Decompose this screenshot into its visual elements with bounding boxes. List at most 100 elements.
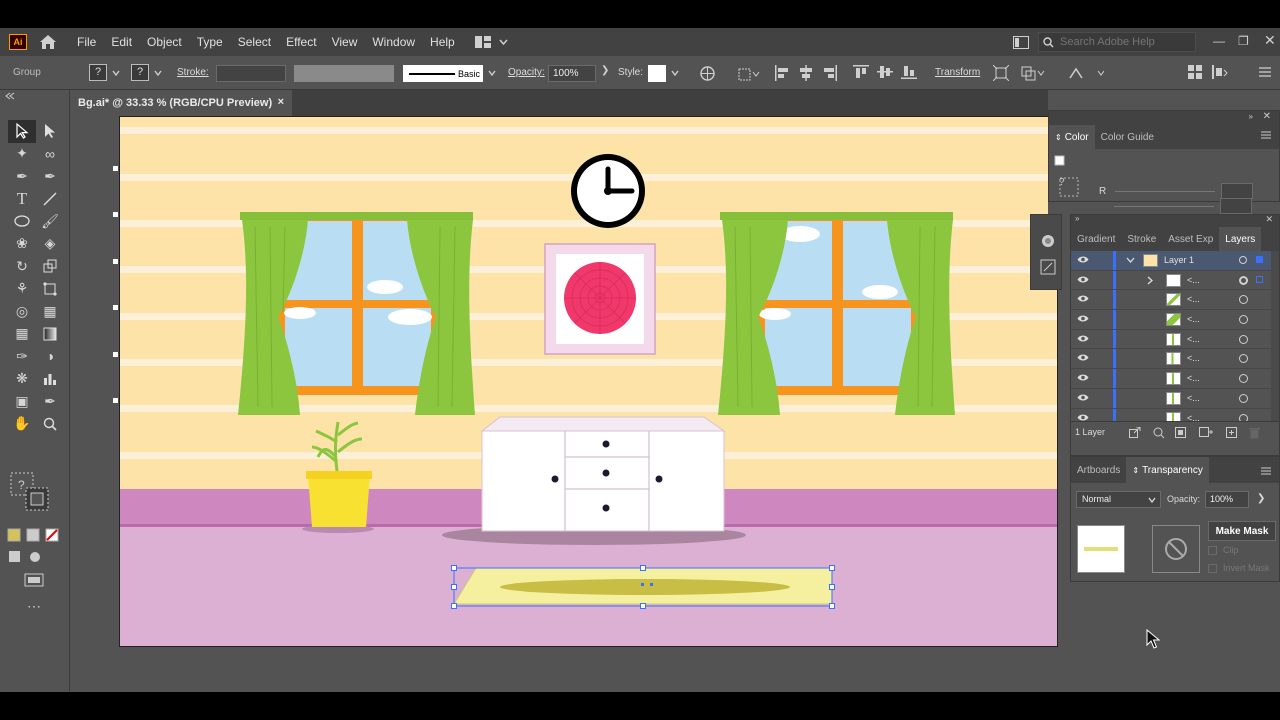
home-icon[interactable]: [39, 34, 57, 50]
shaper-tool-icon[interactable]: ❀: [8, 233, 36, 256]
ellipse-tool-icon[interactable]: [8, 210, 36, 233]
arrange-panels-icon[interactable]: [1188, 65, 1202, 79]
eye-icon[interactable]: [1077, 373, 1089, 382]
target-icon[interactable]: [1239, 354, 1248, 364]
collapse-panel-icon[interactable]: [5, 92, 15, 100]
align-top-icon[interactable]: [853, 65, 869, 79]
layer-row-path[interactable]: <...: [1071, 369, 1279, 389]
layers-scrollbar[interactable]: [1271, 251, 1279, 421]
menu-lines-icon[interactable]: [1259, 66, 1271, 78]
chevron-down-icon[interactable]: [1126, 257, 1135, 263]
opacity-field[interactable]: 100%: [1205, 491, 1249, 508]
eye-icon[interactable]: [1077, 334, 1089, 343]
close-window-icon[interactable]: ✕: [1264, 32, 1276, 49]
eye-icon[interactable]: [1077, 353, 1089, 362]
eye-icon[interactable]: [1077, 393, 1089, 402]
r-slider[interactable]: [1115, 191, 1215, 192]
stroke-label[interactable]: Stroke:: [177, 67, 209, 78]
distribute-icon[interactable]: [1212, 65, 1228, 79]
eye-icon[interactable]: [1077, 314, 1089, 323]
document-tab[interactable]: Bg.ai* @ 33.33 % (RGB/CPU Preview) ×: [70, 90, 292, 116]
rotate-tool-icon[interactable]: ↻: [8, 255, 36, 278]
slice-tool-icon[interactable]: ✒: [36, 390, 64, 413]
minimize-icon[interactable]: —: [1213, 34, 1225, 48]
target-icon[interactable]: [1239, 275, 1248, 285]
chevron-down-icon[interactable]: [154, 70, 162, 76]
align-center-icon[interactable]: [799, 65, 813, 81]
opacity-label[interactable]: Opacity:: [508, 67, 545, 78]
chevron-down-icon[interactable]: [488, 70, 496, 76]
chevron-down-icon[interactable]: [112, 70, 120, 76]
close-tab-icon[interactable]: ×: [278, 96, 284, 108]
layer-row-path[interactable]: <...: [1071, 408, 1279, 421]
puppet-warp-icon[interactable]: [1068, 65, 1104, 81]
lasso-tool-icon[interactable]: ∞: [36, 143, 64, 166]
free-transform-tool-icon[interactable]: [36, 278, 64, 301]
make-clipping-mask-icon[interactable]: [1175, 427, 1187, 438]
selection-tool-icon[interactable]: [8, 120, 36, 143]
scale-tool-icon[interactable]: [36, 255, 64, 278]
artboard-tool-icon[interactable]: ▣: [8, 390, 36, 413]
menu-window[interactable]: Window: [372, 35, 415, 49]
g-value-field[interactable]: [1220, 198, 1252, 214]
tab-color[interactable]: ⇕ Color: [1049, 125, 1095, 149]
isolate-group-icon[interactable]: [993, 65, 1009, 81]
width-tool-icon[interactable]: ⚘: [8, 278, 36, 301]
blend-tool-icon[interactable]: ◑: [36, 345, 64, 368]
curvature-tool-icon[interactable]: ✒: [36, 165, 64, 188]
canvas-area[interactable]: [70, 116, 1060, 692]
search-input[interactable]: [1060, 36, 1190, 48]
drawing-modes-icon[interactable]: [8, 550, 48, 564]
fill-stroke-mini[interactable]: ?: [1054, 155, 1084, 201]
eraser-tool-icon[interactable]: ◈: [36, 233, 64, 256]
hand-tool-icon[interactable]: ✋: [8, 413, 36, 436]
g-slider[interactable]: [1114, 206, 1214, 207]
trash-icon[interactable]: [1249, 427, 1260, 439]
invert-mask-checkbox[interactable]: [1208, 564, 1217, 573]
blend-mode-select[interactable]: Normal: [1076, 491, 1161, 508]
workspace-switcher[interactable]: [474, 36, 508, 48]
column-graph-tool-icon[interactable]: [36, 368, 64, 391]
gradient-tool-icon[interactable]: [36, 323, 64, 346]
more-tools-icon[interactable]: ⋯: [27, 598, 42, 615]
recolor-artwork-icon[interactable]: [700, 66, 715, 81]
appearance-icon[interactable]: [1040, 233, 1056, 249]
menu-type[interactable]: Type: [197, 35, 223, 49]
menu-select[interactable]: Select: [238, 35, 271, 49]
layer-row-path[interactable]: <...: [1071, 310, 1279, 330]
target-icon[interactable]: [1239, 393, 1248, 403]
align-middle-icon[interactable]: [877, 65, 893, 79]
pen-tool-icon[interactable]: ✒: [8, 165, 36, 188]
target-icon[interactable]: [1239, 334, 1248, 344]
color-mode-buttons[interactable]: [7, 528, 61, 542]
chevron-down-icon[interactable]: [671, 70, 679, 76]
mask-thumbnail[interactable]: [1152, 525, 1200, 573]
close-panel-icon[interactable]: ✕: [1263, 111, 1271, 122]
stroke-weight-field[interactable]: [216, 65, 286, 82]
shape-builder-options-icon[interactable]: [1020, 65, 1046, 81]
layer-row-path[interactable]: <...: [1071, 290, 1279, 311]
line-tool-icon[interactable]: [36, 188, 64, 211]
eye-icon[interactable]: [1077, 275, 1089, 284]
align-to-icon[interactable]: [738, 66, 760, 81]
new-layer-icon[interactable]: [1226, 427, 1238, 439]
menu-file[interactable]: File: [77, 35, 96, 49]
symbol-sprayer-tool-icon[interactable]: ❋: [8, 368, 36, 391]
tab-gradient[interactable]: Gradient: [1071, 234, 1121, 245]
graphic-style-swatch[interactable]: [648, 65, 666, 82]
tab-color-guide[interactable]: Color Guide: [1095, 132, 1160, 143]
paintbrush-tool-icon[interactable]: 🖌: [36, 210, 64, 233]
fill-swatch[interactable]: ?: [89, 64, 107, 81]
export-icon[interactable]: [1129, 427, 1141, 438]
collapse-icon[interactable]: »: [1249, 112, 1253, 121]
chevron-right-icon[interactable]: ❯: [601, 65, 609, 76]
selection-indicator[interactable]: [1256, 275, 1263, 283]
menu-edit[interactable]: Edit: [111, 35, 132, 49]
eye-icon[interactable]: [1077, 255, 1089, 264]
arrange-documents-icon[interactable]: [1013, 36, 1029, 49]
make-mask-button[interactable]: Make Mask: [1208, 521, 1276, 541]
target-icon[interactable]: [1239, 256, 1247, 264]
shape-builder-tool-icon[interactable]: ◎: [8, 300, 36, 323]
r-value-field[interactable]: [1221, 183, 1253, 199]
target-icon[interactable]: [1239, 413, 1248, 421]
